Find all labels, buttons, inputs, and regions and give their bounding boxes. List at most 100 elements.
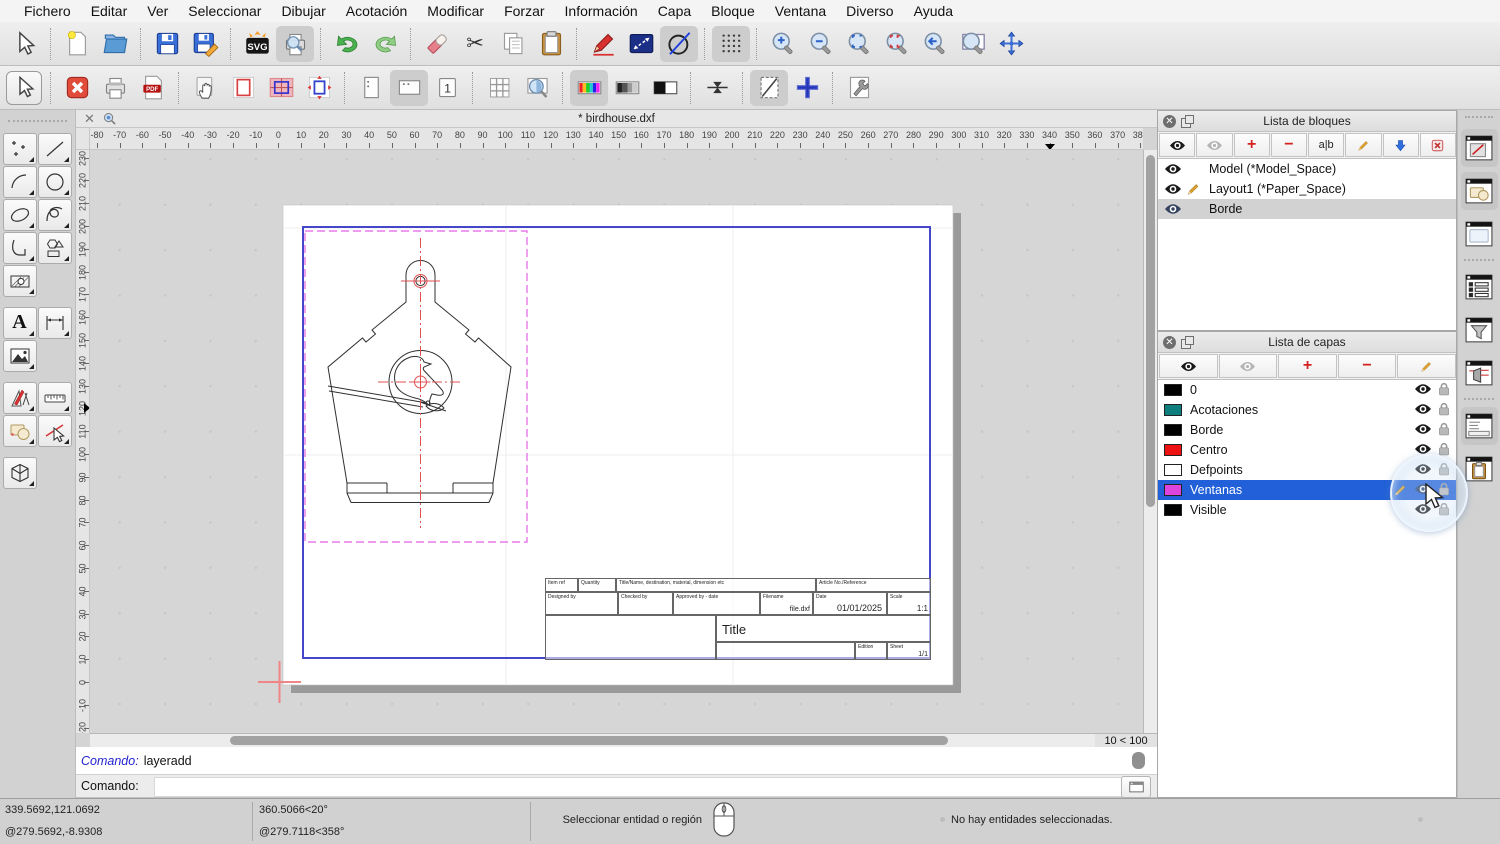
horizontal-scrollbar-thumb[interactable] bbox=[230, 736, 948, 745]
menu-forzar[interactable]: Forzar bbox=[494, 3, 554, 19]
command-keyboard-button[interactable] bbox=[1121, 776, 1151, 798]
zoom-window-button[interactable] bbox=[954, 26, 992, 62]
image-tool-button[interactable] bbox=[2, 339, 37, 372]
panel-close-icon[interactable]: ✕ bbox=[1163, 335, 1176, 349]
library-blocks-tool-button[interactable] bbox=[2, 414, 37, 447]
points-tool-button[interactable] bbox=[2, 132, 37, 165]
layer-lock-icon[interactable] bbox=[1438, 422, 1450, 439]
layer-row-ventanas[interactable]: Ventanas bbox=[1158, 480, 1456, 500]
layer-lock-icon[interactable] bbox=[1438, 402, 1450, 419]
layer-lock-icon[interactable] bbox=[1438, 462, 1450, 479]
layer-row-centro[interactable]: Centro bbox=[1158, 440, 1456, 460]
print-button[interactable] bbox=[96, 70, 134, 106]
grid-dots-button[interactable] bbox=[712, 25, 750, 62]
circle-line-button[interactable] bbox=[660, 25, 698, 62]
show-all-blocks-button[interactable] bbox=[1159, 133, 1196, 157]
svg-export-button[interactable]: SVG bbox=[238, 26, 276, 62]
distance-line-button[interactable] bbox=[622, 26, 660, 62]
viewport-rect-button[interactable] bbox=[262, 70, 300, 106]
show-all-layers-button[interactable] bbox=[1159, 354, 1218, 378]
zoom-in-button[interactable] bbox=[764, 26, 802, 62]
measure-tool-button[interactable] bbox=[37, 381, 72, 414]
pan-hand-button[interactable] bbox=[186, 70, 224, 106]
pointer-button[interactable] bbox=[6, 26, 44, 62]
zoom-pan-button[interactable] bbox=[992, 26, 1030, 62]
eraser-button[interactable] bbox=[418, 26, 456, 62]
rename-block-button[interactable]: a|b bbox=[1308, 133, 1345, 157]
vertical-scrollbar-thumb[interactable] bbox=[1146, 155, 1155, 507]
horizontal-scrollbar[interactable] bbox=[90, 733, 1095, 747]
settings-tools-button[interactable] bbox=[840, 70, 878, 106]
menu-ventana[interactable]: Ventana bbox=[765, 3, 836, 19]
layer-visibility-eye-icon[interactable] bbox=[1414, 403, 1432, 418]
dock-drag-handle[interactable] bbox=[1465, 116, 1493, 123]
layer-row-acotaciones[interactable]: Acotaciones bbox=[1158, 400, 1456, 420]
zoom-auto-button[interactable] bbox=[840, 26, 878, 62]
zoom-previous-button[interactable] bbox=[916, 26, 954, 62]
menu-bloque[interactable]: Bloque bbox=[701, 3, 765, 19]
menu-capa[interactable]: Capa bbox=[648, 3, 701, 19]
layer-visibility-eye-icon[interactable] bbox=[1414, 383, 1432, 398]
save-button[interactable] bbox=[148, 26, 186, 62]
layer-row-0[interactable]: 0 bbox=[1158, 380, 1456, 400]
line-weight-button[interactable] bbox=[698, 70, 736, 106]
dock-library-widget-button[interactable] bbox=[1460, 172, 1498, 210]
hide-all-layers-button[interactable] bbox=[1218, 354, 1278, 378]
save-as-button[interactable] bbox=[186, 26, 224, 62]
paste-button[interactable] bbox=[532, 26, 570, 62]
block-visibility-eye-icon[interactable] bbox=[1164, 163, 1182, 175]
menu-dibujar[interactable]: Dibujar bbox=[271, 3, 335, 19]
circle-tool-button[interactable] bbox=[37, 165, 72, 198]
page-landscape-button[interactable] bbox=[390, 69, 428, 106]
insert-block-button[interactable] bbox=[1382, 133, 1419, 157]
drawing-viewport[interactable]: Item ref Quantity Title/Name, destinatio… bbox=[90, 150, 1143, 733]
print-preview-button[interactable] bbox=[276, 25, 314, 62]
close-red-button[interactable] bbox=[58, 70, 96, 106]
layer-row-visible[interactable]: Visible bbox=[1158, 500, 1456, 520]
zoom-out-button[interactable] bbox=[802, 26, 840, 62]
panel-float-icon[interactable] bbox=[1181, 336, 1194, 349]
paper-diagonal-button[interactable] bbox=[750, 69, 788, 106]
spline-tool-button[interactable] bbox=[37, 198, 72, 231]
edit-block-button[interactable] bbox=[1345, 133, 1382, 157]
layer-visibility-eye-icon[interactable] bbox=[1414, 443, 1432, 458]
pdf-export-button[interactable]: PDF bbox=[134, 70, 172, 106]
draft-rect-button[interactable] bbox=[224, 70, 262, 106]
cut-button[interactable]: ✂ bbox=[456, 26, 494, 62]
purge-blocks-button[interactable] bbox=[1419, 133, 1456, 157]
dock-command-widget-button[interactable] bbox=[1460, 407, 1498, 445]
pointer-select-button[interactable] bbox=[6, 70, 42, 105]
draw-attributes-button[interactable] bbox=[584, 26, 622, 62]
remove-block-button[interactable]: − bbox=[1270, 133, 1307, 157]
dock-draw-widget-button[interactable] bbox=[1460, 129, 1498, 167]
layer-lock-icon[interactable] bbox=[1438, 442, 1450, 459]
menu-diverso[interactable]: Diverso bbox=[836, 3, 903, 19]
polygon-shapes-tool-button[interactable] bbox=[37, 231, 72, 264]
panel-close-icon[interactable]: ✕ bbox=[1163, 114, 1176, 128]
block-row-layout1[interactable]: Layout1 (*Paper_Space) bbox=[1158, 179, 1456, 199]
add-layer-button[interactable]: + bbox=[1278, 354, 1337, 378]
block-visibility-eye-icon[interactable] bbox=[1164, 203, 1182, 215]
vertical-scrollbar[interactable] bbox=[1143, 150, 1157, 733]
solid-3d-tool-button[interactable] bbox=[2, 456, 37, 489]
menu-información[interactable]: Información bbox=[555, 3, 648, 19]
drafting-tools-tool-button[interactable] bbox=[2, 381, 37, 414]
layer-visibility-eye-icon[interactable] bbox=[1414, 503, 1432, 518]
menu-ayuda[interactable]: Ayuda bbox=[904, 3, 963, 19]
line-tool-button[interactable] bbox=[37, 132, 72, 165]
palette-drag-handle[interactable] bbox=[8, 120, 67, 128]
hide-all-blocks-button[interactable] bbox=[1196, 133, 1233, 157]
polyline-tool-button[interactable] bbox=[2, 231, 37, 264]
edit-layer-button[interactable] bbox=[1397, 354, 1456, 378]
menu-seleccionar[interactable]: Seleccionar bbox=[178, 3, 271, 19]
undo-button[interactable] bbox=[328, 26, 366, 62]
zoom-page-button[interactable] bbox=[518, 70, 556, 106]
blackwhite-mode-button[interactable] bbox=[646, 70, 684, 106]
redo-button[interactable] bbox=[366, 26, 404, 62]
remove-layer-button[interactable]: − bbox=[1337, 354, 1397, 378]
text-tool-button[interactable]: A bbox=[2, 306, 37, 339]
hatch-tool-button[interactable] bbox=[2, 264, 37, 297]
layer-lock-icon[interactable] bbox=[1438, 382, 1450, 399]
block-row-model[interactable]: Model (*Model_Space) bbox=[1158, 159, 1456, 179]
dock-clipboard-widget-button[interactable] bbox=[1461, 450, 1498, 488]
